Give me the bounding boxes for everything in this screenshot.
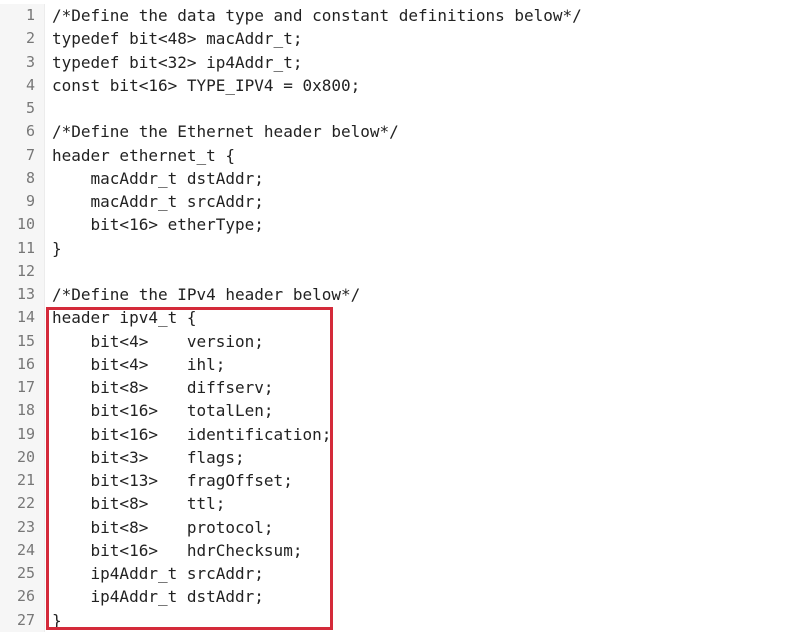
line-number: 1 [25, 6, 35, 24]
code-text: bit<16> etherType; [52, 215, 264, 235]
code-text: header ethernet_t { [52, 145, 236, 165]
line-number: 13 [16, 285, 35, 303]
line-number: 25 [16, 564, 35, 582]
code-line: 10 bit<16> etherType; [0, 213, 786, 236]
line-number: 2 [25, 29, 35, 48]
line-number: 14 [16, 308, 35, 327]
line-number: 16 [16, 354, 35, 373]
line-number: 6 [25, 122, 35, 141]
code-text: typedef bit<32> ip4Addr_t; [52, 52, 303, 72]
code-line: 9 macAddr_t srcAddr; [0, 190, 786, 213]
code-text: /*Define the IPv4 header below*/ [52, 285, 361, 304]
line-number: 24 [16, 540, 35, 559]
line-number: 4 [25, 75, 35, 94]
line-number: 26 [16, 587, 35, 606]
code-line: 1 /*Define the data type and constant def… [0, 4, 786, 27]
line-number: 10 [16, 215, 35, 234]
code-line: 12 [0, 260, 786, 283]
code-line: 3 typedef bit<32> ip4Addr_t; [0, 51, 786, 74]
line-number: 22 [16, 494, 35, 513]
code-line: 2 typedef bit<48> macAddr_t; [0, 27, 786, 50]
line-number: 18 [16, 401, 35, 420]
line-number: 12 [16, 261, 35, 280]
code-line: 13 /*Define the IPv4 header below*/ [0, 283, 786, 306]
code-line: 8 macAddr_t dstAddr; [0, 167, 786, 190]
line-number: 17 [16, 378, 35, 396]
code-text: const bit<16> TYPE_IPV4 = 0x800; [52, 75, 361, 95]
line-number: 7 [25, 145, 35, 164]
code-text: macAddr_t srcAddr; [52, 192, 264, 211]
ipv4-header-highlight-box [46, 307, 333, 630]
code-text: /*Define the Ethernet header below*/ [52, 122, 399, 142]
code-line: 4 const bit<16> TYPE_IPV4 = 0x800; [0, 74, 786, 97]
line-number: 9 [25, 192, 35, 210]
line-number: 20 [16, 447, 35, 466]
line-number: 23 [16, 517, 35, 536]
code-line: 7 header ethernet_t { [0, 144, 786, 167]
code-text: typedef bit<48> macAddr_t; [52, 29, 303, 49]
line-number: 11 [16, 238, 35, 257]
line-number: 8 [25, 168, 35, 187]
line-number: 5 [25, 99, 35, 117]
code-text: } [52, 238, 62, 258]
code-line: 11} [0, 237, 786, 260]
code-text: macAddr_t dstAddr; [52, 168, 264, 188]
line-number: 15 [16, 331, 35, 350]
line-number: 19 [16, 424, 35, 443]
code-line: 6 /*Define the Ethernet header below*/ [0, 120, 786, 143]
line-number: 27 [16, 610, 35, 629]
code-text: /*Define the data type and constant defi… [52, 6, 582, 25]
line-number: 21 [16, 471, 35, 489]
line-number: 3 [25, 52, 35, 71]
code-line: 5 [0, 97, 786, 120]
